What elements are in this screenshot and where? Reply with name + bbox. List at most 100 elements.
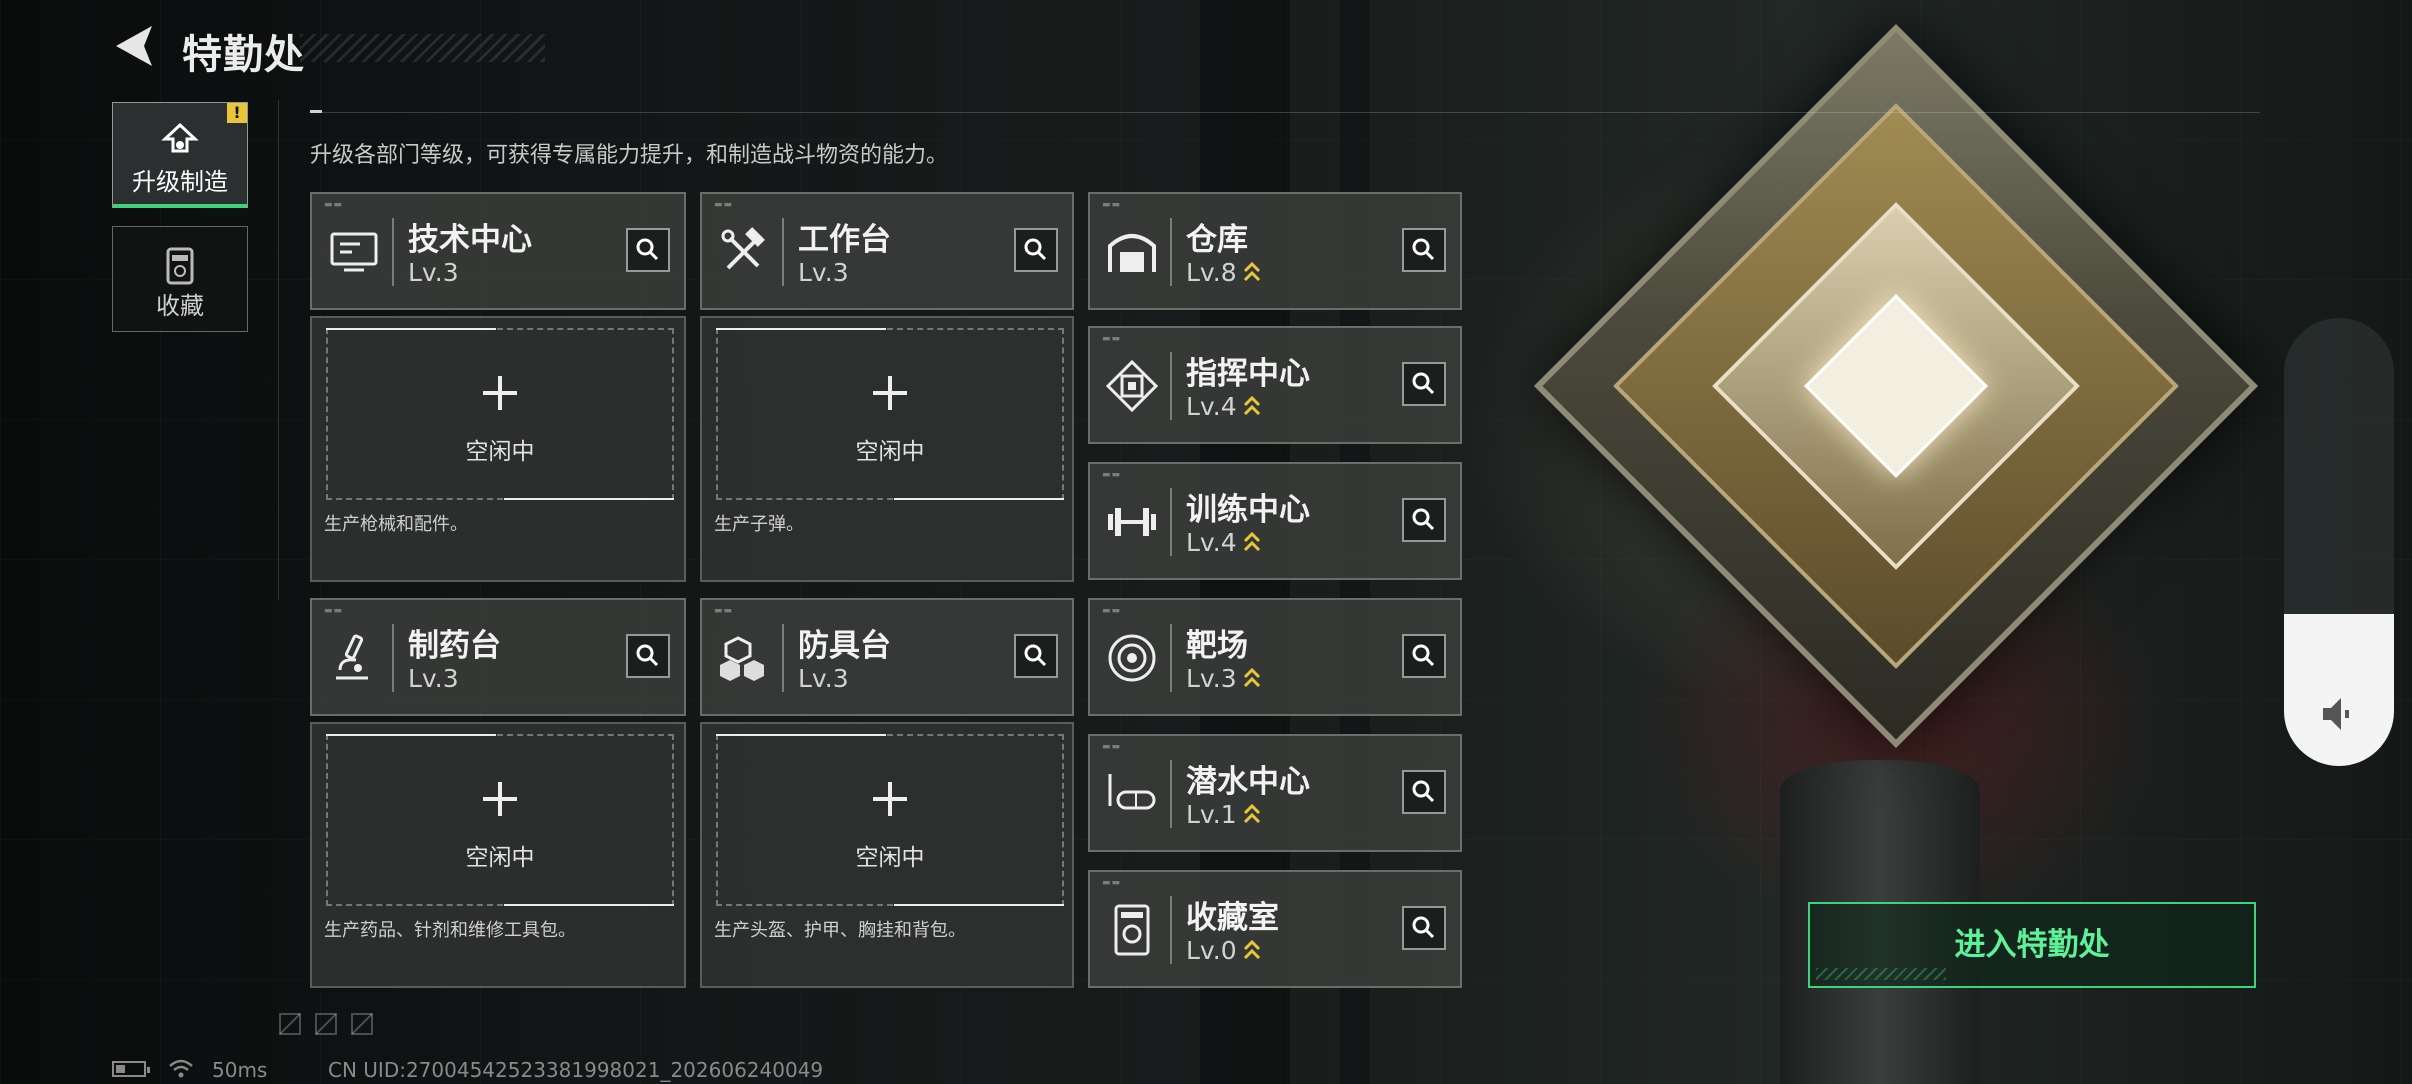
command-chip-icon (1105, 359, 1159, 413)
ping-value: 50ms (212, 1058, 268, 1082)
search-button[interactable] (626, 634, 670, 678)
department-name: 靶场 (1186, 628, 1248, 664)
plus-icon (483, 376, 517, 410)
department-name: 指挥中心 (1186, 356, 1310, 392)
back-button[interactable] (112, 22, 156, 70)
search-button[interactable] (1402, 770, 1446, 814)
enter-special-ops-button[interactable]: 进入特勤处 (1808, 902, 2256, 988)
search-icon (1412, 238, 1435, 261)
collection-room-icon (1114, 904, 1150, 956)
nav-divider (278, 100, 279, 600)
search-icon (1412, 372, 1435, 395)
special-ops-cube-artwork (1530, 23, 2259, 760)
slot-description: 生产头盔、护甲、胸挂和背包。 (714, 920, 966, 941)
page-title: 特勤处 (182, 32, 305, 78)
department-card-training-center[interactable]: ▬▬ 训练中心 Lv.4 (1088, 462, 1462, 580)
enter-button-label: 进入特勤处 (1954, 927, 2110, 963)
plus-icon (873, 376, 907, 410)
department-level: Lv.3 (408, 258, 459, 287)
search-icon (1412, 780, 1435, 803)
department-name: 仓库 (1186, 222, 1248, 258)
collection-icon (166, 247, 194, 285)
production-slot-empty[interactable]: 空闲中 (326, 328, 674, 500)
search-icon (1412, 508, 1435, 531)
search-button[interactable] (626, 228, 670, 272)
search-icon (1024, 644, 1047, 667)
search-button[interactable] (1402, 906, 1446, 950)
department-card-diving-center[interactable]: ▬▬ 潜水中心 Lv.1 (1088, 734, 1462, 852)
department-name: 潜水中心 (1186, 764, 1310, 800)
search-button[interactable] (1014, 228, 1058, 272)
slot-status: 空闲中 (465, 845, 535, 871)
department-card-warehouse[interactable]: ▬▬ 仓库 Lv.8 (1088, 192, 1462, 310)
department-level: Lv.8 (1186, 258, 1261, 287)
search-button[interactable] (1402, 634, 1446, 678)
department-level: Lv.4 (1186, 528, 1261, 557)
upgrade-icon (161, 122, 199, 153)
nav-tab-label: 收藏 (156, 292, 204, 320)
title-decoration (300, 34, 545, 62)
upgrade-available-icon (1243, 667, 1260, 688)
warehouse-icon (1108, 234, 1156, 272)
search-button[interactable] (1402, 362, 1446, 406)
nav-tab-collection[interactable]: 收藏 (112, 226, 248, 332)
tech-center-icon (330, 232, 378, 272)
production-panel: 空闲中 生产头盔、护甲、胸挂和背包。 (700, 722, 1074, 988)
department-card-armor-bench[interactable]: ▬▬ 防具台 Lv.3 (700, 598, 1074, 716)
production-slot-empty[interactable]: 空闲中 (716, 734, 1064, 906)
upgrade-available-icon (1243, 395, 1260, 416)
department-card-collection-room[interactable]: ▬▬ 收藏室 Lv.0 (1088, 870, 1462, 988)
search-button[interactable] (1014, 634, 1058, 678)
department-name: 收藏室 (1186, 900, 1279, 936)
microscope-icon (336, 634, 368, 680)
search-icon (1412, 916, 1435, 939)
plus-icon (483, 782, 517, 816)
production-slot-empty[interactable]: 空闲中 (716, 328, 1064, 500)
production-slot-empty[interactable]: 空闲中 (326, 734, 674, 906)
department-card-pharmacy[interactable]: ▬▬ 制药台 Lv.3 (310, 598, 686, 716)
department-level: Lv.4 (1186, 392, 1261, 421)
volume-icon (2323, 698, 2349, 730)
department-card-shooting-range[interactable]: ▬▬ 靶场 Lv.3 (1088, 598, 1462, 716)
slot-description: 生产药品、针剂和维修工具包。 (324, 920, 576, 941)
target-icon (1108, 634, 1156, 682)
search-icon (1412, 644, 1435, 667)
slot-status: 空闲中 (855, 439, 925, 465)
production-panel: 空闲中 生产药品、针剂和维修工具包。 (310, 722, 686, 988)
nav-tab-upgrade-craft[interactable]: ! 升级制造 (112, 102, 248, 208)
department-name: 工作台 (798, 222, 891, 258)
department-name: 制药台 (408, 628, 501, 664)
department-level: Lv.3 (798, 664, 849, 693)
alert-badge: ! (227, 103, 247, 123)
upgrade-available-icon (1243, 939, 1260, 960)
department-level: Lv.0 (1186, 936, 1261, 965)
divider-marker (310, 110, 322, 113)
search-button[interactable] (1402, 228, 1446, 272)
upgrade-available-icon (1243, 803, 1260, 824)
search-icon (1024, 238, 1047, 261)
department-card-workbench[interactable]: ▬▬ 工作台 Lv.3 (700, 192, 1074, 310)
department-level: Lv.1 (1186, 800, 1261, 829)
page-description: 升级各部门等级，可获得专属能力提升，和制造战斗物资的能力。 (310, 143, 949, 168)
production-panel: 空闲中 生产子弹。 (700, 316, 1074, 582)
search-button[interactable] (1402, 498, 1446, 542)
department-name: 防具台 (798, 628, 891, 664)
dumbbell-icon (1108, 508, 1156, 536)
department-level: Lv.3 (1186, 664, 1261, 693)
department-name: 训练中心 (1186, 492, 1310, 528)
volume-slider[interactable] (2284, 318, 2394, 766)
department-level: Lv.3 (408, 664, 459, 693)
department-card-tech-center[interactable]: ▬▬ 技术中心 Lv.3 (310, 192, 686, 310)
search-icon (636, 238, 659, 261)
department-card-command-center[interactable]: ▬▬ 指挥中心 Lv.4 (1088, 326, 1462, 444)
nav-tab-label: 升级制造 (132, 168, 228, 196)
hammer-wrench-icon (721, 227, 765, 270)
slot-description: 生产枪械和配件。 (324, 514, 468, 535)
department-level: Lv.3 (798, 258, 849, 287)
upgrade-available-icon (1243, 531, 1260, 552)
production-panel: 空闲中 生产枪械和配件。 (310, 316, 686, 582)
plus-icon (873, 782, 907, 816)
decoration (279, 1013, 373, 1035)
back-arrow-icon (116, 26, 152, 66)
divider (310, 112, 2260, 113)
